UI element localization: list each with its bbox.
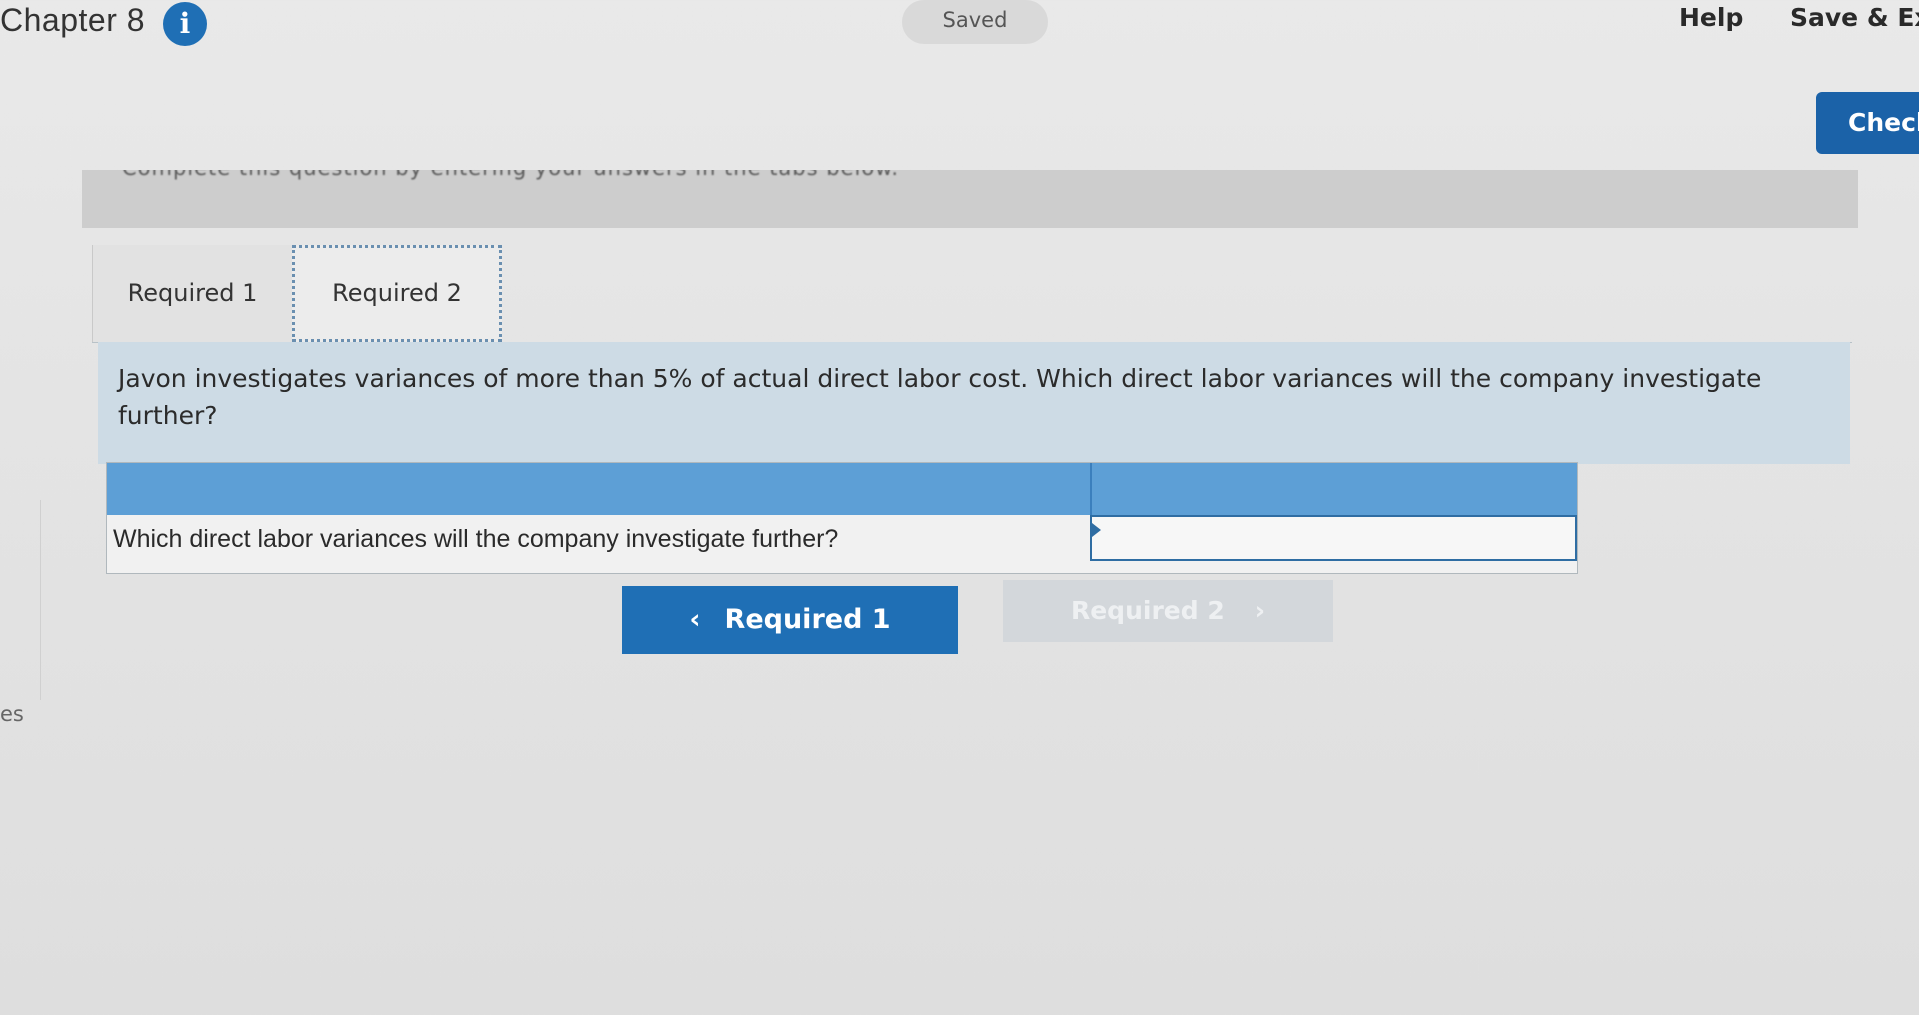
requirement-tabs: Required 1 Required 2 (92, 245, 1852, 343)
previous-required-button[interactable]: ‹ Required 1 (622, 586, 958, 654)
sidebar-item-label[interactable]: es (0, 702, 24, 726)
save-exit-link[interactable]: Save & Ex (1790, 3, 1919, 32)
saved-status-badge: Saved (902, 0, 1048, 44)
info-icon[interactable]: i (163, 2, 207, 46)
table-header-divider (1090, 463, 1092, 515)
variance-answer-dropdown[interactable] (1090, 515, 1577, 561)
tab-required-1[interactable]: Required 1 (92, 245, 292, 342)
tab-required-2[interactable]: Required 2 (292, 245, 502, 342)
next-required-button: Required 2 › (1003, 580, 1333, 642)
page-title: Chapter 8 (0, 2, 146, 38)
answer-row-label: Which direct labor variances will the co… (113, 525, 839, 553)
chevron-left-icon: ‹ (689, 604, 701, 635)
dropdown-marker-icon (1092, 523, 1101, 537)
question-text: Javon investigates variances of more tha… (118, 364, 1762, 430)
instruction-banner: Complete this question by entering your … (82, 170, 1858, 228)
answer-table: Which direct labor variances will the co… (106, 462, 1578, 574)
chevron-right-icon: › (1254, 596, 1266, 625)
check-my-work-button[interactable]: Checl (1816, 92, 1919, 154)
next-button-label: Required 2 (1070, 596, 1225, 625)
table-header (107, 463, 1577, 515)
help-link[interactable]: Help (1679, 3, 1743, 32)
sidebar-edge (0, 500, 41, 700)
instruction-text: Complete this question by entering your … (122, 170, 899, 180)
question-panel: Javon investigates variances of more tha… (98, 342, 1850, 464)
previous-button-label: Required 1 (724, 604, 891, 635)
